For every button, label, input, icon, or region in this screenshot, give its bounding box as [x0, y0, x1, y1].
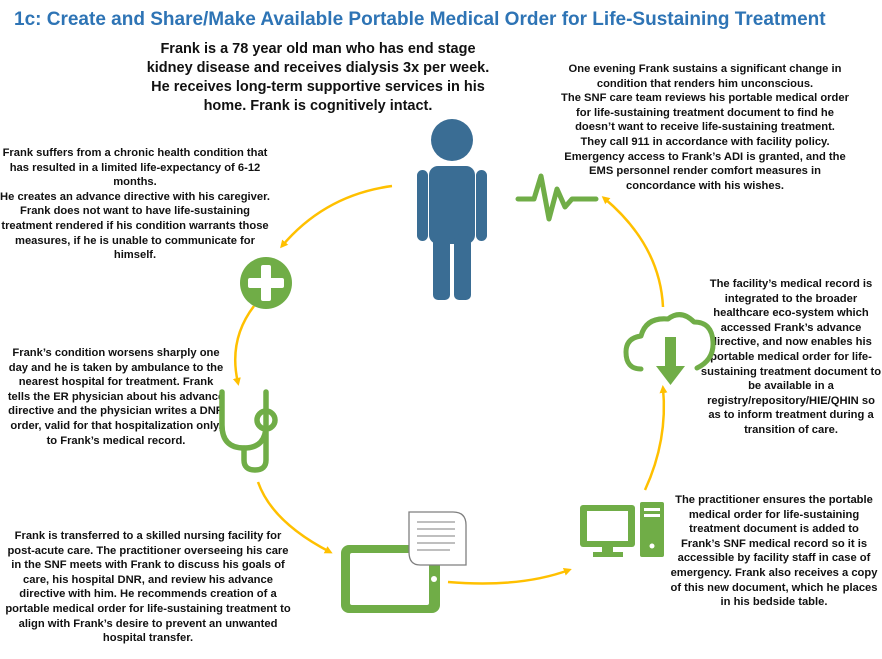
- desktop-computer-icon: [580, 502, 664, 557]
- arrow-person-to-cross: [280, 184, 393, 249]
- medical-cross-icon: [240, 257, 292, 309]
- document-icon: [408, 511, 467, 566]
- arrow-cloud-to-heartbeat: [601, 196, 665, 308]
- cycle-diagram: [219, 119, 716, 613]
- heartbeat-icon: [515, 173, 599, 222]
- arrow-cross-to-stethoscope: [232, 305, 255, 386]
- arrow-stethoscope-to-tablet: [256, 481, 333, 554]
- person-icon: [417, 119, 487, 300]
- arrow-tablet-to-computer: [447, 567, 572, 585]
- arrow-computer-to-cloud: [643, 385, 668, 491]
- cloud-download-icon: [623, 312, 716, 385]
- stethoscope-icon: [219, 389, 278, 473]
